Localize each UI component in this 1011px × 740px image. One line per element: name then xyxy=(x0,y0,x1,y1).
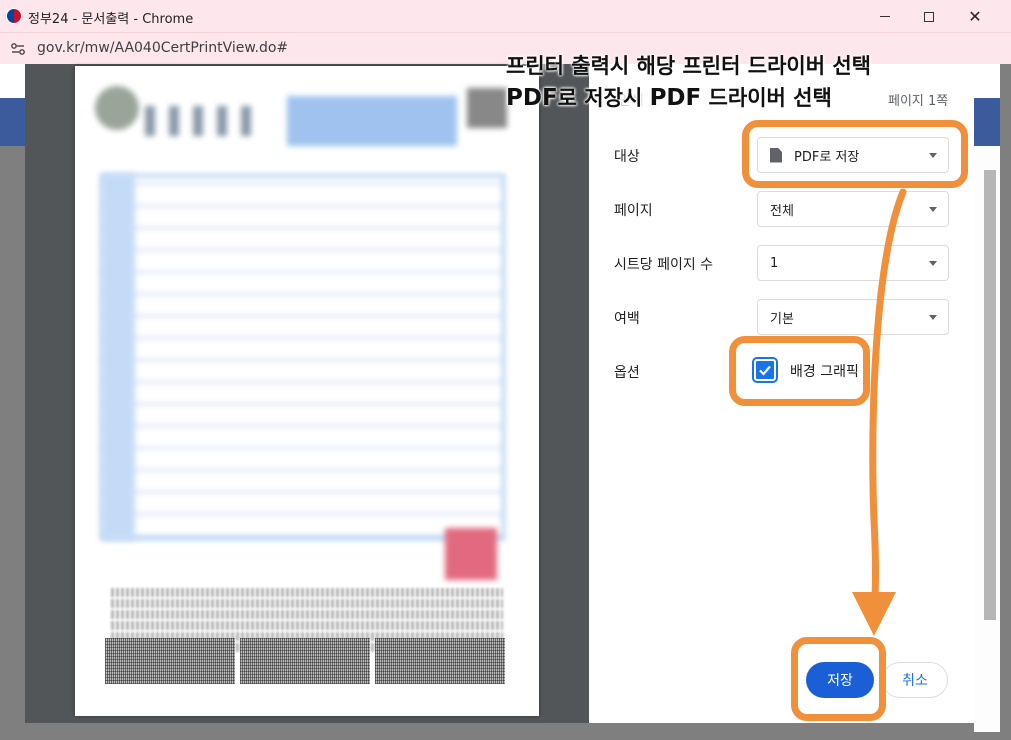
url-text[interactable]: gov.kr/mw/AA040CertPrintView.do# xyxy=(37,40,288,56)
destination-label: 대상 xyxy=(614,149,640,165)
pages-label: 페이지 xyxy=(614,203,653,219)
chevron-down-icon xyxy=(929,261,937,266)
pages-per-sheet-select[interactable]: 1 xyxy=(757,245,949,281)
print-preview-page xyxy=(75,66,539,716)
annotation-line-2: PDF로 저장시 PDF 드라이버 선택 xyxy=(506,82,832,112)
minimize-icon xyxy=(880,16,890,17)
pages-select[interactable]: 전체 xyxy=(757,191,949,227)
barcode-1 xyxy=(105,638,235,684)
margins-label: 여백 xyxy=(614,311,640,327)
page-count: 페이지 1쪽 xyxy=(888,94,949,109)
background-nav-right xyxy=(974,98,1000,146)
pages-value: 전체 xyxy=(770,203,794,219)
window-title: 정부24 - 문서출력 - Chrome xyxy=(28,12,194,27)
document-red-seal xyxy=(445,528,497,580)
annotation-save-text: 로 저장시 xyxy=(557,86,650,110)
options-label: 옵션 xyxy=(614,365,640,381)
background-nav xyxy=(0,98,26,146)
site-settings-icon[interactable] xyxy=(10,41,26,57)
destination-highlight xyxy=(742,120,968,188)
gov-logo-icon xyxy=(6,8,22,24)
maximize-icon xyxy=(924,11,934,22)
annotation-pdf-2: PDF xyxy=(649,85,702,111)
barcode-3 xyxy=(375,638,505,684)
document-title-block xyxy=(145,106,265,136)
document-table xyxy=(101,174,505,540)
annotation-driver-text: 드라이버 선택 xyxy=(701,86,832,110)
chevron-down-icon xyxy=(929,315,937,320)
pages-per-sheet-value: 1 xyxy=(770,255,779,271)
document-header-box xyxy=(287,96,457,146)
options-highlight xyxy=(729,336,870,406)
maximize-button[interactable] xyxy=(906,0,952,33)
pages-per-sheet-label: 시트당 페이지 수 xyxy=(614,257,714,273)
minimize-button[interactable] xyxy=(862,0,908,33)
cancel-button[interactable]: 취소 xyxy=(882,662,948,698)
document-stamp xyxy=(467,88,507,128)
document-emblem xyxy=(95,86,139,130)
save-highlight xyxy=(791,637,886,721)
close-icon: ✕ xyxy=(968,7,982,26)
annotation-pdf-1: PDF xyxy=(506,85,558,111)
margins-value: 기본 xyxy=(770,311,794,327)
chevron-down-icon xyxy=(929,207,937,212)
barcode-2 xyxy=(240,638,370,684)
window-titlebar: 정부24 - 문서출력 - Chrome ✕ xyxy=(0,0,1011,33)
background-scrollbar[interactable] xyxy=(984,170,996,620)
document-table-sidebar xyxy=(101,174,135,540)
background-header-right xyxy=(974,64,1000,98)
annotation-line-1: 프린터 출력시 해당 프린터 드라이버 선택 xyxy=(506,54,871,78)
margins-select[interactable]: 기본 xyxy=(757,299,949,335)
close-button[interactable]: ✕ xyxy=(952,0,998,33)
